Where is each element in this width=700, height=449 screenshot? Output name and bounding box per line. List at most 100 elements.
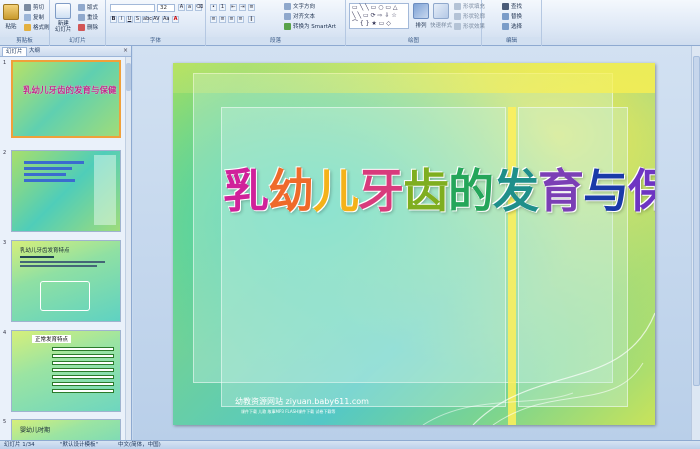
select-button[interactable]: 选择: [502, 22, 522, 30]
font-name-combo[interactable]: [110, 4, 155, 12]
slides-pane-scrollbar[interactable]: [125, 57, 131, 440]
delete-label: 删除: [87, 25, 99, 31]
font-size-combo[interactable]: 32: [157, 4, 175, 12]
outline-pen-icon: [454, 12, 461, 20]
select-label: 选择: [511, 24, 523, 30]
slide-title-char: 的: [448, 164, 494, 218]
new-slide-icon: [55, 3, 72, 19]
layout-button[interactable]: 版式: [78, 3, 98, 11]
slide-thumbnail-3[interactable]: 3 乳幼儿牙齿发育特点: [0, 240, 126, 322]
binoculars-icon: [502, 2, 509, 10]
reset-label: 重设: [87, 15, 99, 21]
align-center-button[interactable]: ≡: [219, 16, 226, 23]
slide-thumbnail-5[interactable]: 5 婴幼儿时期: [0, 419, 126, 440]
paste-label: 粘贴: [5, 24, 17, 30]
shadow-button[interactable]: S: [134, 16, 141, 23]
close-pane-icon[interactable]: ×: [123, 47, 128, 54]
text-direction-button[interactable]: 文字方向: [284, 2, 315, 10]
slide-number: 2: [3, 150, 7, 156]
thumbnail-preview: 乳幼儿牙齿的发育与保健: [11, 60, 121, 138]
cut-button[interactable]: 剪切: [24, 3, 44, 11]
increase-indent-button[interactable]: ⇥: [239, 4, 246, 11]
slide-title[interactable]: 乳幼儿牙齿的发育与保健: [223, 155, 655, 221]
smartart-icon: [284, 22, 291, 30]
strikethrough-button[interactable]: abc: [142, 16, 152, 23]
line-spacing-button[interactable]: ≡: [248, 4, 255, 11]
arrange-button[interactable]: 排列: [413, 3, 429, 29]
char-spacing-button[interactable]: AV: [152, 16, 160, 23]
slide-number: 3: [3, 240, 7, 246]
font-color-button[interactable]: A: [172, 16, 179, 23]
slide-count-status: 幻灯片 1/34: [4, 442, 35, 448]
smartart-label: 转换为 SmartArt: [293, 24, 337, 30]
find-button[interactable]: 查找: [502, 2, 522, 10]
current-slide[interactable]: 乳幼儿牙齿的发育与保健 幼教资源网站 ziyuan.baby611.com 课件…: [173, 63, 655, 425]
slide-thumbnail-1[interactable]: 1 乳幼儿牙齿的发育与保健: [0, 60, 126, 138]
fill-bucket-icon: [454, 2, 461, 10]
thumbnail-title: 乳幼儿牙齿的发育与保健: [23, 86, 117, 96]
slide-thumbnail-4[interactable]: 4 正常发育特点: [0, 330, 126, 412]
paste-icon: [3, 4, 19, 20]
layout-label: 版式: [87, 5, 99, 11]
bold-button[interactable]: B: [110, 16, 117, 23]
arrange-label: 排列: [415, 23, 427, 29]
quick-styles-button[interactable]: 快速样式: [430, 3, 452, 29]
new-slide-button[interactable]: 新建 幻灯片: [55, 3, 72, 33]
tab-outline[interactable]: 大纲: [26, 47, 43, 56]
columns-button[interactable]: ∥: [248, 16, 255, 23]
thumbnail-title: 乳幼儿牙齿发育特点: [20, 248, 70, 254]
slide-number: 1: [3, 60, 7, 66]
theme-status: "默认设计模板": [60, 442, 99, 448]
format-painter-label: 格式刷: [33, 25, 50, 31]
bullets-button[interactable]: •: [210, 4, 217, 11]
clear-format-button[interactable]: ⌫: [195, 4, 203, 11]
delete-slide-button[interactable]: 删除: [78, 23, 98, 31]
shape-effects-button[interactable]: 形状效果: [454, 22, 485, 30]
grow-font-button[interactable]: A: [178, 4, 185, 11]
text-direction-label: 文字方向: [293, 4, 316, 10]
drawing-group: ▭ ╲ ╲ ▭ ○ ▭ △ ╲ ╲ ▭ ⟳ ⇨ ⇩ ☆ ⌒ { } ★ ▭ ◇ 排列…: [346, 0, 485, 46]
shape-outline-button[interactable]: 形状轮廓: [454, 12, 485, 20]
thumbnail-title: 婴幼儿时期: [20, 427, 51, 434]
format-painter-button[interactable]: 格式刷: [24, 23, 50, 31]
effects-icon: [454, 22, 461, 30]
shrink-font-button[interactable]: a: [186, 4, 193, 11]
reset-button[interactable]: 重设: [78, 13, 98, 21]
thumbnail-title: 正常发育特点: [32, 335, 72, 343]
status-bar: 幻灯片 1/34 "默认设计模板" 中文(简体，中国): [0, 440, 700, 449]
decrease-indent-button[interactable]: ⇤: [230, 4, 237, 11]
scrollbar-thumb[interactable]: [693, 56, 700, 386]
brush-icon: [24, 23, 31, 31]
slide-thumbnail-2[interactable]: 2: [0, 150, 126, 232]
smartart-button[interactable]: 转换为 SmartArt: [284, 22, 336, 30]
slide-title-char: 发: [493, 164, 539, 218]
quick-styles-label: 快速样式: [430, 23, 453, 29]
shape-fill-button[interactable]: 形状填充: [454, 2, 485, 10]
underline-button[interactable]: U: [126, 16, 133, 23]
replace-button[interactable]: 替换: [502, 12, 522, 20]
align-left-button[interactable]: ≡: [210, 16, 217, 23]
thumbnail-bullets: [24, 161, 84, 182]
paragraph-group-label: 段落: [206, 37, 345, 45]
scrollbar-thumb[interactable]: [126, 63, 131, 91]
slide-footer-text: 幼教资源网站 ziyuan.baby611.com: [235, 397, 369, 406]
paste-button[interactable]: 粘贴: [3, 4, 19, 30]
italic-button[interactable]: I: [118, 16, 125, 23]
shapes-gallery[interactable]: ▭ ╲ ╲ ▭ ○ ▭ △ ╲ ╲ ▭ ⟳ ⇨ ⇩ ☆ ⌒ { } ★ ▭ ◇: [349, 3, 409, 29]
slides-group: 新建 幻灯片 版式 重设 删除 幻灯片: [50, 0, 106, 46]
change-case-button[interactable]: Aa: [162, 16, 169, 23]
numbering-button[interactable]: 1: [219, 4, 226, 11]
font-size-value: 32: [160, 5, 167, 11]
slide-title-char: 与: [583, 164, 629, 218]
align-text-button[interactable]: 对齐文本: [284, 12, 315, 20]
font-group: 32 A a ⌫ B I U S abc AV Aa A 字体: [106, 0, 206, 46]
editing-area-scrollbar[interactable]: [691, 46, 700, 440]
align-text-label: 对齐文本: [293, 14, 316, 20]
copy-button[interactable]: 复制: [24, 13, 44, 21]
scissors-icon: [24, 3, 31, 11]
select-arrow-icon: [502, 22, 509, 30]
justify-button[interactable]: ≡: [237, 16, 244, 23]
editing-group-label: 编辑: [482, 37, 541, 45]
tab-slides[interactable]: 幻灯片: [2, 47, 27, 56]
align-right-button[interactable]: ≡: [228, 16, 235, 23]
